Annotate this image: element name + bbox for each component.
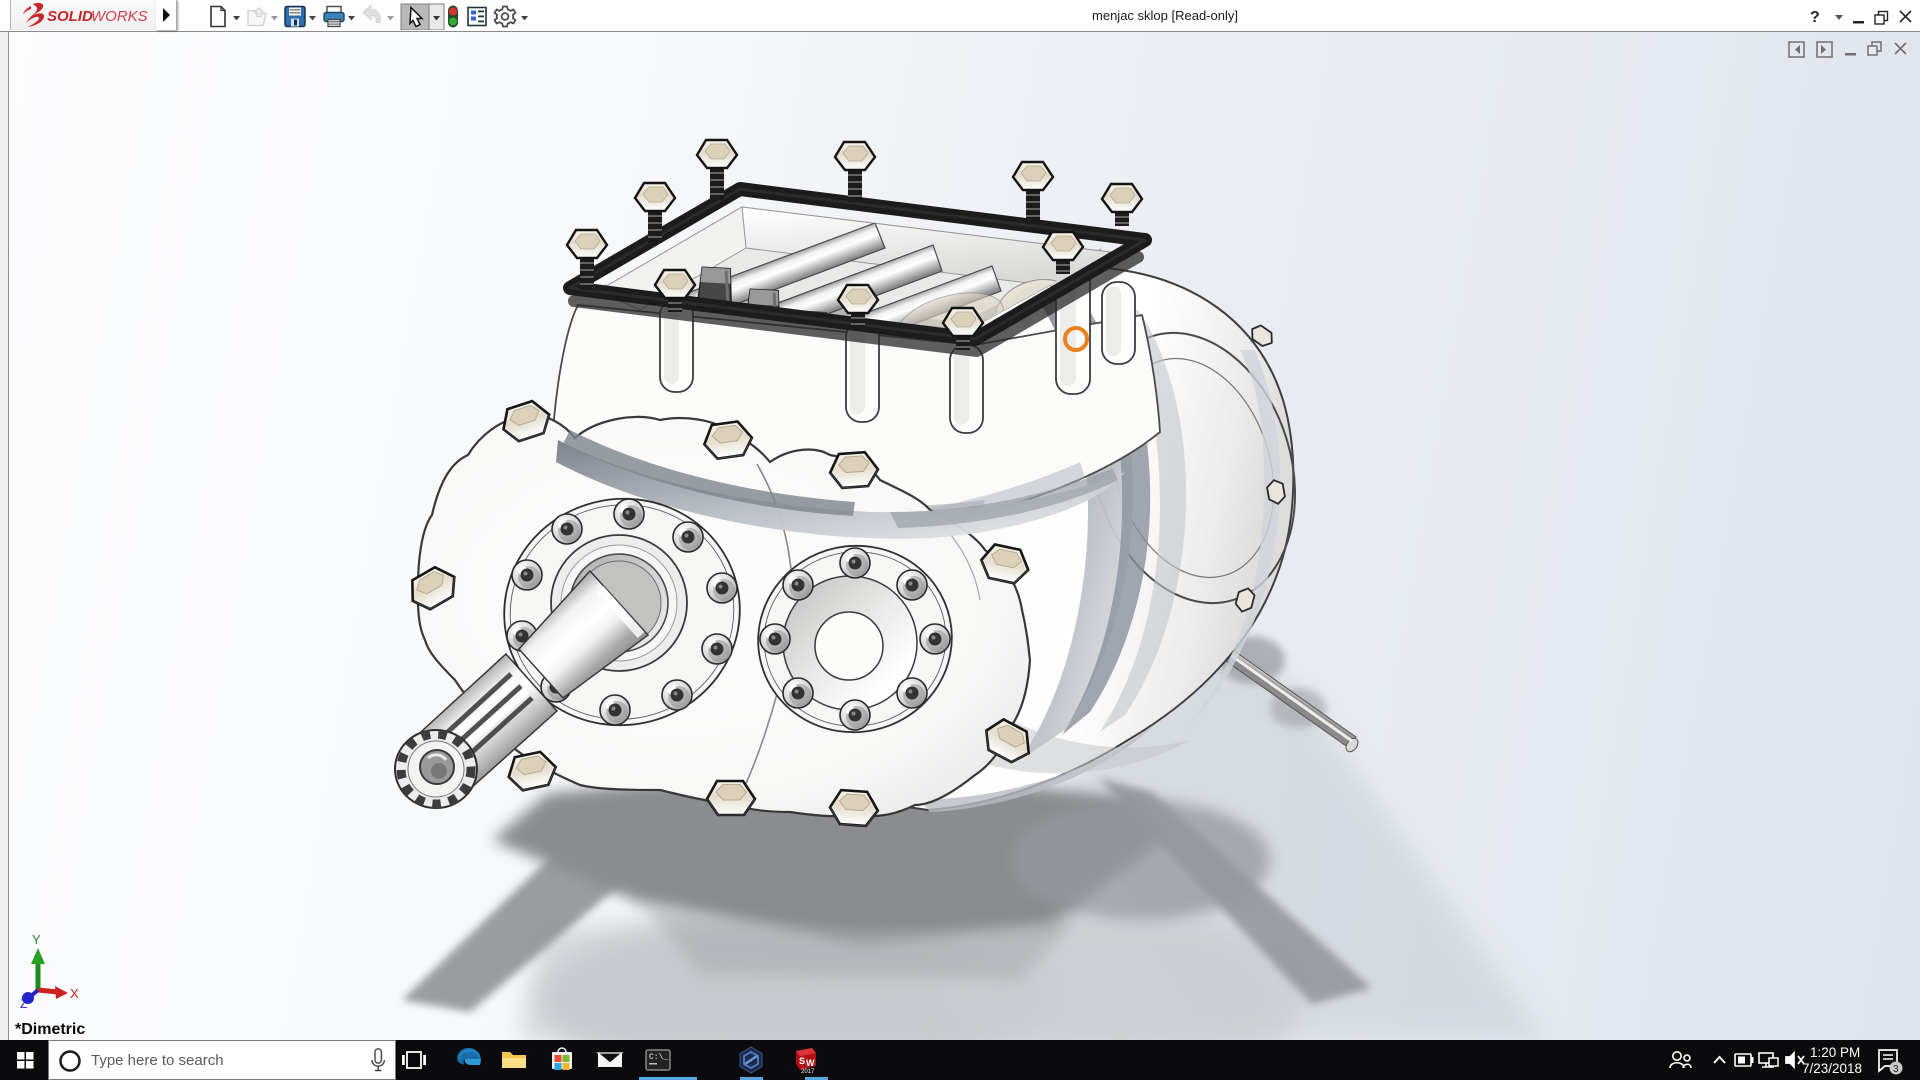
svg-text:1:20 PM: 1:20 PM xyxy=(1810,1045,1860,1060)
svg-text:2017: 2017 xyxy=(801,1069,815,1075)
svg-text:Z: Z xyxy=(20,997,27,1011)
svg-text:Y: Y xyxy=(32,932,41,947)
svg-text:X: X xyxy=(70,986,79,1001)
svg-text:W: W xyxy=(806,1058,815,1068)
svg-text:?: ? xyxy=(1810,9,1820,26)
svg-text:3: 3 xyxy=(1893,1064,1899,1075)
svg-text:S: S xyxy=(799,1056,805,1066)
svg-text:7/23/2018: 7/23/2018 xyxy=(1802,1061,1862,1076)
svg-text:C:\_: C:\_ xyxy=(649,1053,668,1062)
